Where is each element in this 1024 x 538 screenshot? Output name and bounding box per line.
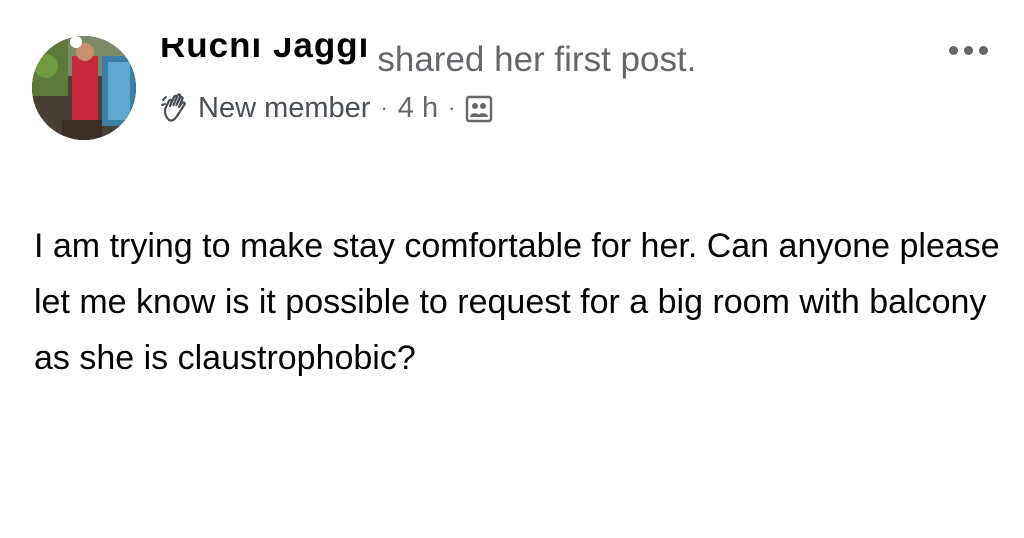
meta-separator-1: · <box>380 95 388 120</box>
meta-separator-2: · <box>448 95 456 120</box>
author-avatar[interactable] <box>32 36 136 140</box>
post-body: I am trying to make stay comfortable for… <box>34 227 1000 377</box>
waving-hand-icon <box>160 92 192 124</box>
post-action-text: shared her first post. <box>377 40 697 79</box>
more-dot <box>963 45 973 55</box>
more-options-icon[interactable] <box>940 36 996 64</box>
post-card: Ruchi Jaggi shared her first post. New me… <box>0 0 1024 538</box>
members-group-icon[interactable] <box>465 94 493 123</box>
author-name[interactable]: Ruchi Jaggi <box>160 38 369 68</box>
more-dot <box>948 45 958 55</box>
member-badge: New member <box>198 92 371 124</box>
more-dot <box>978 45 988 55</box>
post-title-line: Ruchi Jaggi shared her first post. <box>160 38 944 82</box>
avatar-image <box>32 36 136 140</box>
post-timestamp[interactable]: 4 h <box>398 88 438 128</box>
post-header: Ruchi Jaggi shared her first post. New me… <box>160 38 944 128</box>
post-meta: New member · 4 h · <box>160 88 944 128</box>
